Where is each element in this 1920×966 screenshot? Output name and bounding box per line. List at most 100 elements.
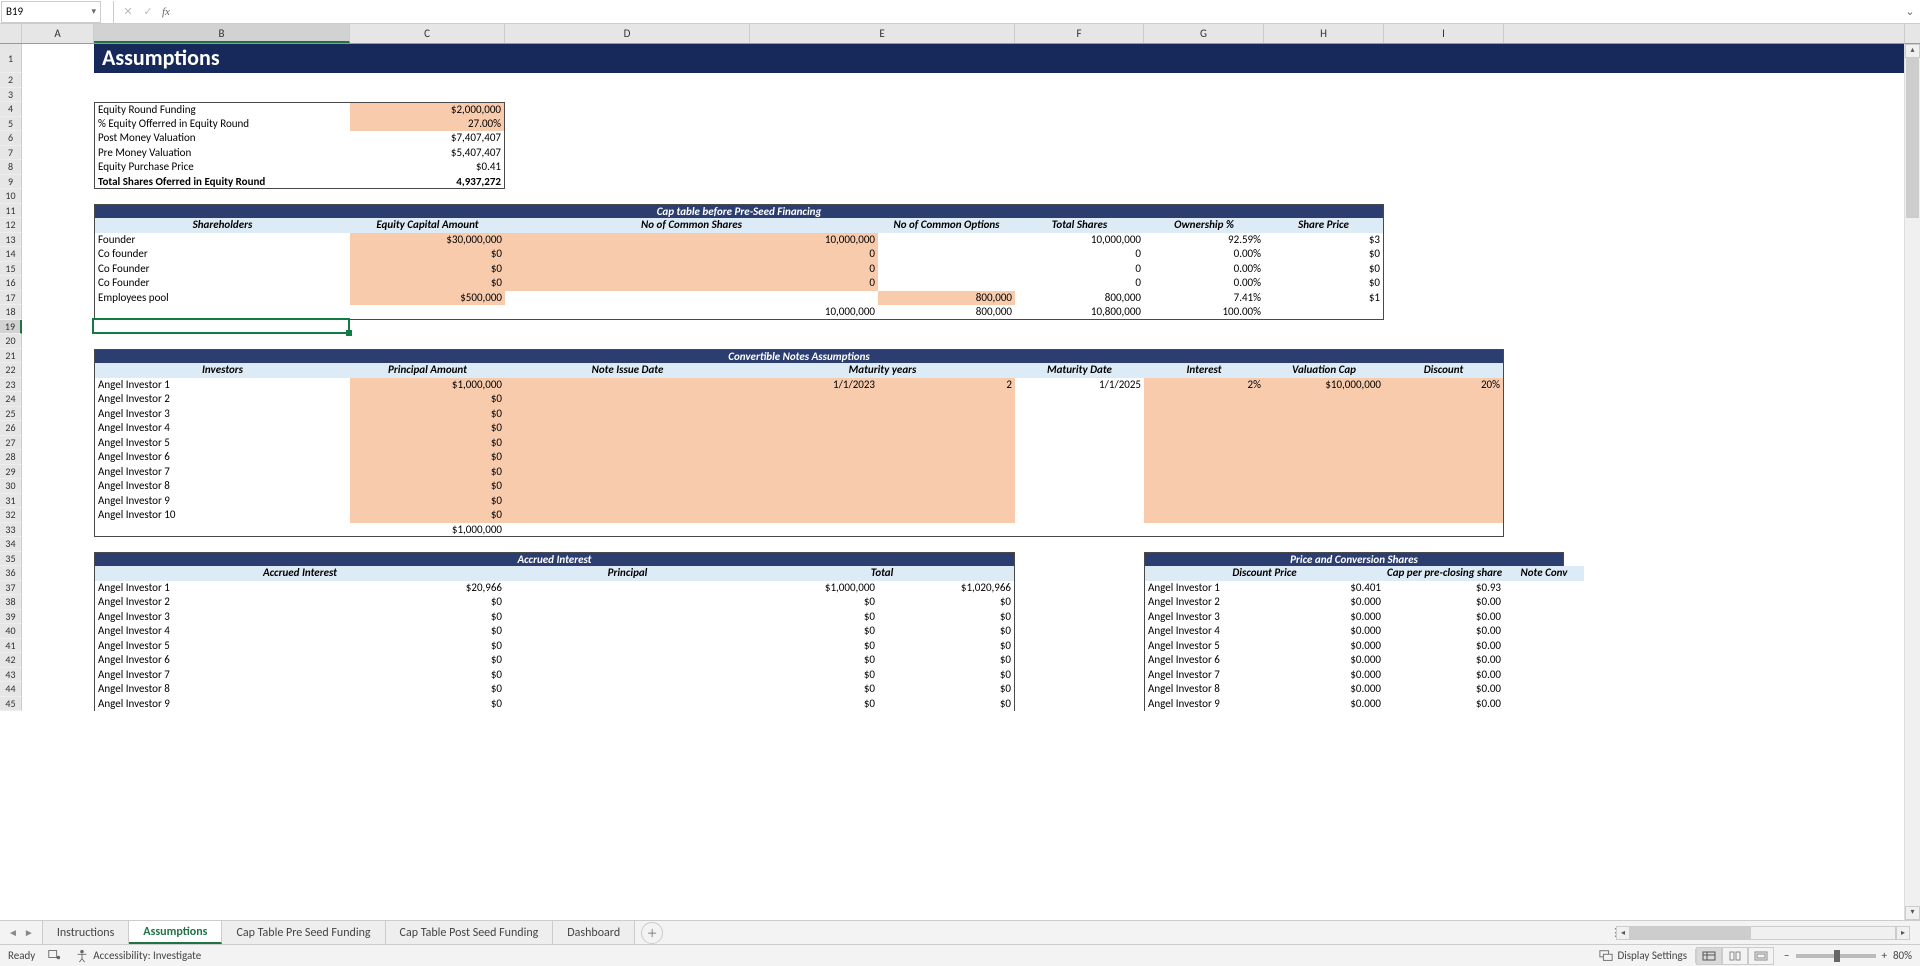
cell[interactable]: $0.000 [1264,697,1384,712]
row-20[interactable]: 20 [0,334,22,349]
cell[interactable]: $0 [350,407,505,422]
col-C[interactable]: C [350,24,505,43]
cell[interactable]: $0 [294,595,505,610]
cell[interactable] [1264,436,1384,451]
row-31[interactable]: 31 [0,494,22,509]
row-40[interactable]: 40 [0,624,22,639]
cell[interactable]: 800,000 [1015,291,1144,306]
cell[interactable]: $0 [1264,247,1384,262]
cell[interactable]: 0.00% [1144,262,1264,277]
sheet-tab[interactable]: Cap Table Pre Seed Funding [222,921,385,944]
cell[interactable]: $0.93 [1384,581,1504,596]
cell[interactable]: $0.000 [1264,682,1384,697]
table-row[interactable]: Co Founder [94,262,350,277]
col-F[interactable]: F [1015,24,1144,43]
cell[interactable] [878,436,1015,451]
vscroll-thumb[interactable] [1906,58,1919,218]
cell[interactable]: $0 [505,668,878,683]
cell[interactable]: $0 [505,639,878,654]
table-row[interactable]: Angel Investor 4 [1144,624,1264,639]
cell[interactable]: 0 [505,276,878,291]
sheet-tab[interactable]: Assumptions [129,921,222,944]
cell[interactable] [1015,407,1144,422]
row-3[interactable]: 3 [0,88,22,103]
cell[interactable]: 0 [505,247,878,262]
cell[interactable] [1264,508,1384,523]
table-row[interactable]: Angel Investor 10 [94,508,350,523]
cell[interactable]: $0 [505,682,878,697]
cell[interactable] [505,465,878,480]
scroll-down-icon[interactable]: ▾ [1905,906,1920,920]
row-6[interactable]: 6 [0,131,22,146]
table-row[interactable]: Angel Investor 7 [94,668,294,683]
col-I[interactable]: I [1384,24,1504,43]
zoom-value[interactable]: 80% [1893,949,1912,962]
cell[interactable]: $0.00 [1384,595,1504,610]
cell[interactable]: 10,000,000 [505,233,878,248]
cell[interactable]: 0 [1015,276,1144,291]
cell[interactable]: 0 [1015,247,1144,262]
cell[interactable] [1384,508,1504,523]
chevron-down-icon[interactable]: ▾ [91,6,96,17]
cell[interactable]: $0 [878,653,1015,668]
cell[interactable]: 1/1/2023 [505,378,878,393]
cell[interactable] [505,450,878,465]
tab-nav-next-icon[interactable]: ► [22,924,36,941]
cell[interactable] [505,508,878,523]
table-row[interactable]: Angel Investor 2 [1144,595,1264,610]
cell[interactable] [1384,421,1504,436]
assump-value[interactable]: 4,937,272 [350,175,505,190]
cells[interactable]: Assumptions Equity Round Funding $2,000,… [22,44,1904,920]
row-42[interactable]: 42 [0,653,22,668]
cell[interactable] [1264,407,1384,422]
cell[interactable] [878,508,1015,523]
cell[interactable]: 2 [878,378,1015,393]
table-row[interactable]: Co founder [94,247,350,262]
cell[interactable]: $0.00 [1384,697,1504,712]
cell[interactable]: 10,000,000 [1015,233,1144,248]
table-row[interactable]: Angel Investor 5 [94,639,294,654]
cell[interactable] [1264,494,1384,509]
row-4[interactable]: 4 [0,102,22,117]
cell[interactable]: $0.401 [1264,581,1384,596]
cell[interactable]: $0.00 [1384,610,1504,625]
cell[interactable] [878,276,1015,291]
row-32[interactable]: 32 [0,508,22,523]
row-33[interactable]: 33 [0,523,22,538]
cell[interactable]: $500,000 [350,291,505,306]
cell[interactable]: $0 [1264,262,1384,277]
cell[interactable]: $1,000,000 [505,581,878,596]
cell[interactable]: $1,000,000 [350,378,505,393]
cell[interactable] [1144,407,1264,422]
assump-value[interactable]: $5,407,407 [350,146,505,161]
assump-value[interactable]: 27.00% [350,117,505,132]
cell[interactable] [505,407,878,422]
cell[interactable] [1144,465,1264,480]
cell[interactable]: 2% [1144,378,1264,393]
cell[interactable]: $0 [505,595,878,610]
cell[interactable] [1015,479,1144,494]
cell[interactable]: $0.000 [1264,624,1384,639]
cell[interactable] [1264,465,1384,480]
cell[interactable] [505,494,878,509]
row-13[interactable]: 13 [0,233,22,248]
cell[interactable]: $0.00 [1384,668,1504,683]
table-row[interactable]: Founder [94,233,350,248]
row-39[interactable]: 39 [0,610,22,625]
col-E[interactable]: E [750,24,1015,43]
row-21[interactable]: 21 [0,349,22,364]
row-27[interactable]: 27 [0,436,22,451]
row-15[interactable]: 15 [0,262,22,277]
cell[interactable]: $0 [294,668,505,683]
cell[interactable]: $0 [505,624,878,639]
cell[interactable]: $0 [878,624,1015,639]
cell[interactable]: $0 [350,465,505,480]
cell[interactable]: $0 [350,436,505,451]
cell[interactable]: $0 [505,610,878,625]
row-26[interactable]: 26 [0,421,22,436]
cell[interactable]: $0 [878,610,1015,625]
cell[interactable]: $0.00 [1384,682,1504,697]
cell[interactable] [878,421,1015,436]
cell[interactable]: $0.000 [1264,668,1384,683]
cell[interactable] [1015,436,1144,451]
